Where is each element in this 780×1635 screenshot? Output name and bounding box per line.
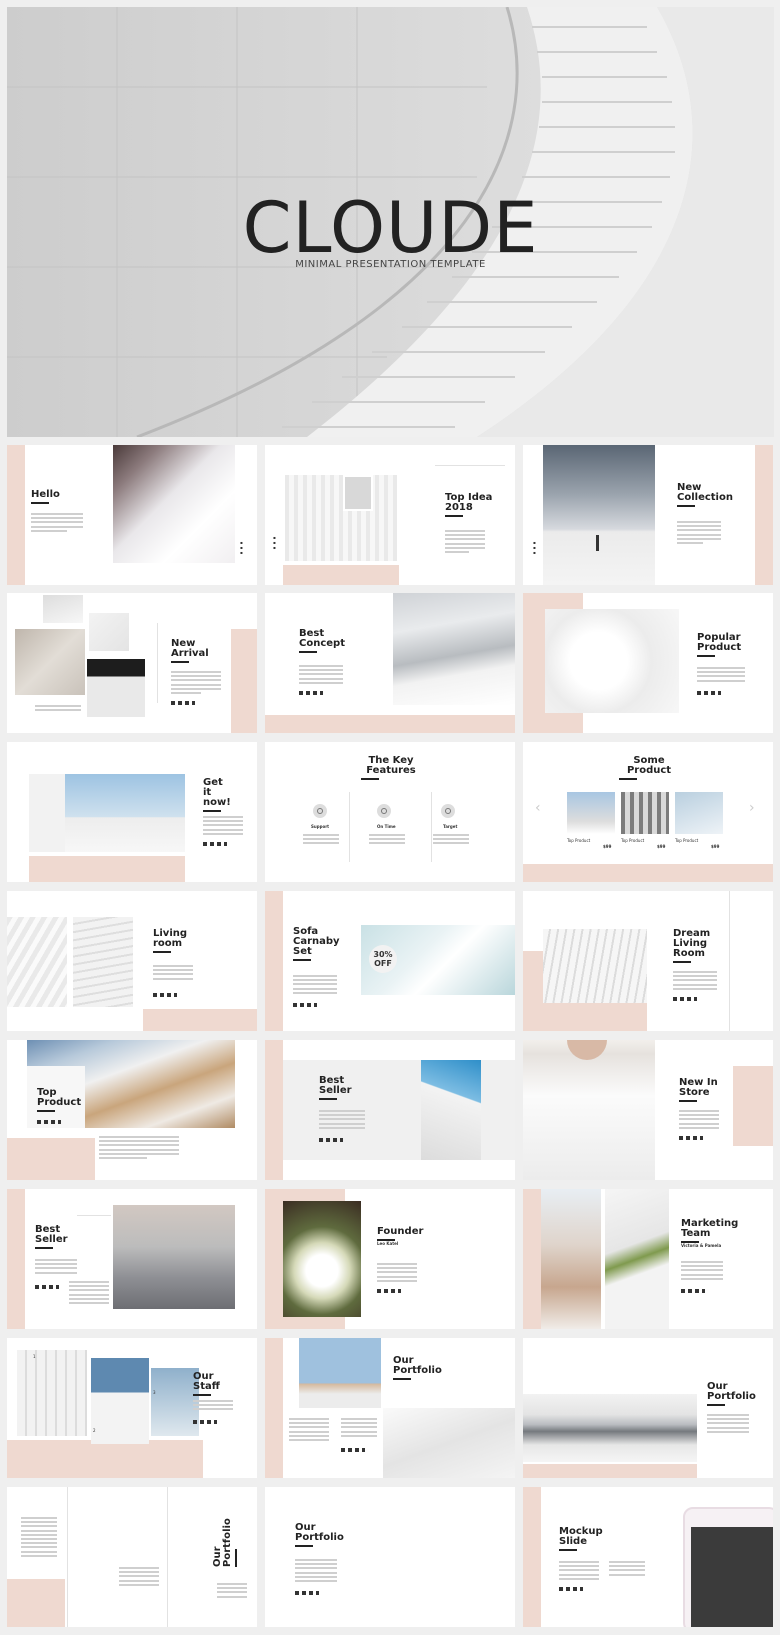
slide-title: Dream Living Room: [673, 929, 719, 963]
photo-white-structure: [543, 929, 647, 1003]
slide-title: Our Staff: [193, 1372, 233, 1396]
photo-arches: [91, 1358, 149, 1444]
slide-hello-thumbnail[interactable]: Hello ▪ ▪ ▪: [7, 445, 257, 585]
product-photo: [621, 792, 669, 834]
photo-architecture: [7, 917, 67, 1007]
photo-plant: [605, 1189, 669, 1329]
team-names: Victoria & Pamela: [681, 1243, 722, 1248]
photo-number: 1: [33, 1354, 36, 1359]
product-photo: [675, 792, 723, 834]
slide-some-product-thumbnail[interactable]: Some Product ‹ › Top Product Top Product…: [523, 742, 773, 882]
feature-label: Support: [311, 824, 330, 829]
slide-new-in-store-thumbnail[interactable]: New In Store: [523, 1040, 773, 1180]
slide-our-portfolio-2-thumbnail[interactable]: Our Portfolio: [523, 1338, 773, 1478]
slide-title: The Key Features: [361, 756, 421, 780]
slide-title: Best Concept: [299, 629, 349, 653]
phone-screen: [691, 1527, 773, 1627]
photo-white-curves: [383, 1408, 515, 1478]
photo-snow-road: [393, 593, 515, 705]
slide-our-portfolio-3-thumbnail[interactable]: Our Portfolio: [7, 1487, 257, 1627]
slide-our-staff-thumbnail[interactable]: 1 2 3 Our Staff: [7, 1338, 257, 1478]
hero-title: CLOUDE: [242, 187, 539, 269]
slide-title: Popular Product: [697, 633, 757, 657]
slide-title: Living room: [153, 929, 187, 953]
slide-popular-product-thumbnail[interactable]: Popular Product: [523, 593, 773, 733]
photo-white-room: [17, 1350, 87, 1436]
slide-dream-living-room-thumbnail[interactable]: Dream Living Room: [523, 891, 773, 1031]
product-price: $99: [603, 844, 612, 849]
slide-title: Our Portfolio: [393, 1356, 443, 1380]
product-name: Top Product: [621, 838, 645, 843]
slide-title: Mockup Slide: [559, 1527, 607, 1551]
slide-new-collection-thumbnail[interactable]: New Collection ▪ ▪ ▪: [523, 445, 773, 585]
photo-white-wall: [285, 475, 397, 561]
photo-building: [151, 1368, 199, 1436]
photo-grass: [15, 629, 85, 695]
photo-woman: [113, 445, 235, 563]
support-icon: [313, 804, 327, 818]
photo-white-roses: [283, 1201, 361, 1317]
photo-tall-building: [421, 1060, 481, 1160]
photo-number: 2: [93, 1428, 96, 1433]
chevron-right-icon[interactable]: ›: [749, 800, 755, 816]
slide-title: Our Portfolio: [295, 1523, 344, 1547]
slide-new-arrival-thumbnail[interactable]: New Arrival: [7, 593, 257, 733]
product-price: $99: [657, 844, 666, 849]
photo-snowy-forest: [523, 1394, 697, 1462]
slide-our-portfolio-4-thumbnail[interactable]: Our Portfolio: [265, 1487, 515, 1627]
photo-crane: [299, 1338, 381, 1408]
slide-title: Top Idea 2018: [445, 493, 505, 517]
slide-best-seller-thumbnail[interactable]: Best Seller: [265, 1040, 515, 1180]
founder-name: Leo Katel: [377, 1241, 399, 1246]
slide-title: Some Product: [619, 756, 679, 780]
discount-badge: 30% OFF: [369, 945, 397, 973]
slide-key-features-thumbnail[interactable]: The Key Features Support On Time Target: [265, 742, 515, 882]
slide-best-concept-thumbnail[interactable]: Best Concept: [265, 593, 515, 733]
slide-title: Hello: [31, 490, 60, 504]
clock-icon: [377, 804, 391, 818]
photo-number: 3: [153, 1390, 156, 1395]
slide-title: New Arrival: [171, 639, 211, 663]
slide-living-room-thumbnail[interactable]: Living room: [7, 891, 257, 1031]
slide-title: Marketing Team: [681, 1219, 738, 1243]
slide-our-portfolio-1-thumbnail[interactable]: Our Portfolio: [265, 1338, 515, 1478]
photo-sky-person: [543, 445, 655, 585]
slide-top-idea-thumbnail[interactable]: Top Idea 2018 ▪ ▪ ▪: [265, 445, 515, 585]
product-name: Top Product: [675, 838, 699, 843]
product-photo: [567, 792, 615, 834]
photo-interior: [87, 659, 145, 717]
slide-title: Founder: [377, 1227, 423, 1241]
chevron-left-icon[interactable]: ‹: [535, 800, 541, 816]
slide-title: New Collection: [677, 483, 735, 507]
product-price: $99: [711, 844, 720, 849]
photo-white-flowers: [545, 609, 679, 713]
photo-hand-flower: [541, 1189, 601, 1329]
slide-title: Best Seller: [319, 1076, 359, 1100]
photo-man-shirt: [523, 1040, 655, 1180]
slide-title: Best Seller: [35, 1225, 75, 1249]
photo-stairs: [73, 917, 133, 1007]
slide-sofa-carnaby-thumbnail[interactable]: 30% OFF Sofa Carnaby Set: [265, 891, 515, 1031]
slide-title: Top Product: [37, 1088, 81, 1112]
slide-title: Sofa Carnaby Set: [293, 927, 340, 961]
slide-get-it-now-thumbnail[interactable]: Get it now!: [7, 742, 257, 882]
slide-title: Our Portfolio: [212, 1518, 237, 1567]
photo-foggy-mountains: [113, 1205, 235, 1309]
slide-mockup-thumbnail[interactable]: Mockup Slide: [523, 1487, 773, 1627]
hero-subtitle: MINIMAL PRESENTATION TEMPLATE: [295, 259, 486, 270]
slide-title: Our Portfolio: [707, 1382, 756, 1406]
feature-label: On Time: [377, 824, 396, 829]
slide-founder-thumbnail[interactable]: Founder Leo Katel: [265, 1189, 515, 1329]
hero-cover: CLOUDE MINIMAL PRESENTATION TEMPLATE: [7, 7, 774, 437]
slide-best-seller-2-thumbnail[interactable]: Best Seller: [7, 1189, 257, 1329]
slide-title: New In Store: [679, 1078, 727, 1102]
slide-title: Get it now!: [203, 778, 231, 812]
slide-marketing-team-thumbnail[interactable]: Marketing Team Victoria & Pamela: [523, 1189, 773, 1329]
product-name: Top Product: [567, 838, 591, 843]
slide-top-product-thumbnail[interactable]: Top Product: [7, 1040, 257, 1180]
target-icon: [441, 804, 455, 818]
feature-label: Target: [443, 824, 458, 829]
